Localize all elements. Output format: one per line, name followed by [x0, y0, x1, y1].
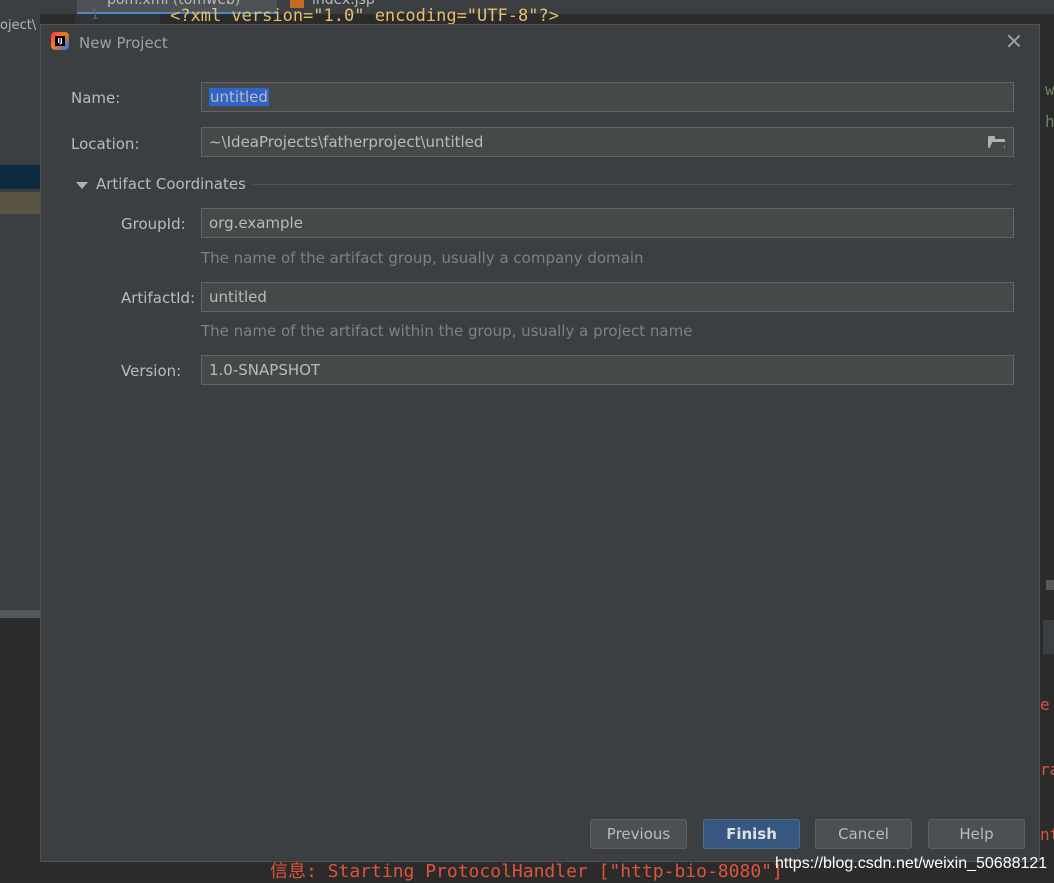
intellij-idea-icon: IJ	[51, 32, 69, 50]
groupid-hint: The name of the artifact group, usually …	[201, 249, 644, 267]
editor-gutter: 1	[75, 8, 160, 24]
groupid-label: GroupId:	[121, 215, 186, 233]
location-field[interactable]: ~\IdeaProjects\fatherproject\untitled	[201, 127, 1014, 157]
artifactid-hint: The name of the artifact within the grou…	[201, 322, 693, 340]
dialog-title: New Project	[79, 34, 168, 52]
artifactid-field-value: untitled	[209, 288, 267, 306]
project-panel-scrollbar[interactable]	[0, 610, 40, 618]
watermark: https://blog.csdn.net/weixin_50688121	[775, 855, 1048, 872]
groupid-field[interactable]: org.example	[201, 208, 1014, 238]
console-text-fragment: e	[1040, 695, 1050, 714]
location-field-value: ~\IdeaProjects\fatherproject\untitled	[209, 133, 484, 151]
previous-button[interactable]: Previous	[590, 819, 687, 849]
version-label: Version:	[121, 362, 182, 380]
editor-code-line: <?xml version="1.0" encoding="UTF-8"?>	[170, 6, 559, 26]
console-text-fragment: nt	[1040, 825, 1054, 844]
finish-button[interactable]: Finish	[703, 819, 800, 849]
name-field-value: untitled	[209, 88, 269, 106]
project-tree-selected-row[interactable]	[0, 165, 40, 189]
folder-icon[interactable]	[988, 136, 1007, 148]
artifact-coordinates-title[interactable]: Artifact Coordinates	[96, 175, 246, 193]
project-tree-highlight-row[interactable]	[0, 192, 40, 214]
line-number: 1	[91, 8, 99, 23]
project-panel-label: oject\	[0, 18, 37, 33]
name-field[interactable]: untitled	[201, 82, 1014, 112]
console-text-fragment: ra	[1040, 760, 1054, 779]
artifactid-field[interactable]: untitled	[201, 282, 1014, 312]
help-button[interactable]: Help	[928, 819, 1025, 849]
version-field[interactable]: 1.0-SNAPSHOT	[201, 355, 1014, 385]
new-project-dialog: IJ New Project Name: untitled Location: …	[40, 24, 1040, 862]
location-label: Location:	[71, 135, 140, 153]
section-divider	[253, 184, 1013, 185]
groupid-field-value: org.example	[209, 214, 303, 232]
chevron-down-icon[interactable]	[75, 179, 88, 191]
cancel-button[interactable]: Cancel	[815, 819, 912, 849]
name-label: Name:	[71, 89, 121, 107]
artifactid-label: ArtifactId:	[121, 289, 196, 307]
editor-text-fragment: w	[1045, 80, 1054, 99]
editor-scrollbar[interactable]	[1046, 580, 1054, 590]
version-field-value: 1.0-SNAPSHOT	[209, 361, 321, 379]
console-toolbar	[1043, 620, 1054, 654]
editor-text-fragment: h	[1045, 112, 1054, 131]
close-icon[interactable]	[1004, 31, 1024, 51]
run-tool-window	[0, 618, 40, 883]
editor-right-strip	[1040, 50, 1054, 883]
project-tool-window: oject\	[0, 0, 40, 883]
